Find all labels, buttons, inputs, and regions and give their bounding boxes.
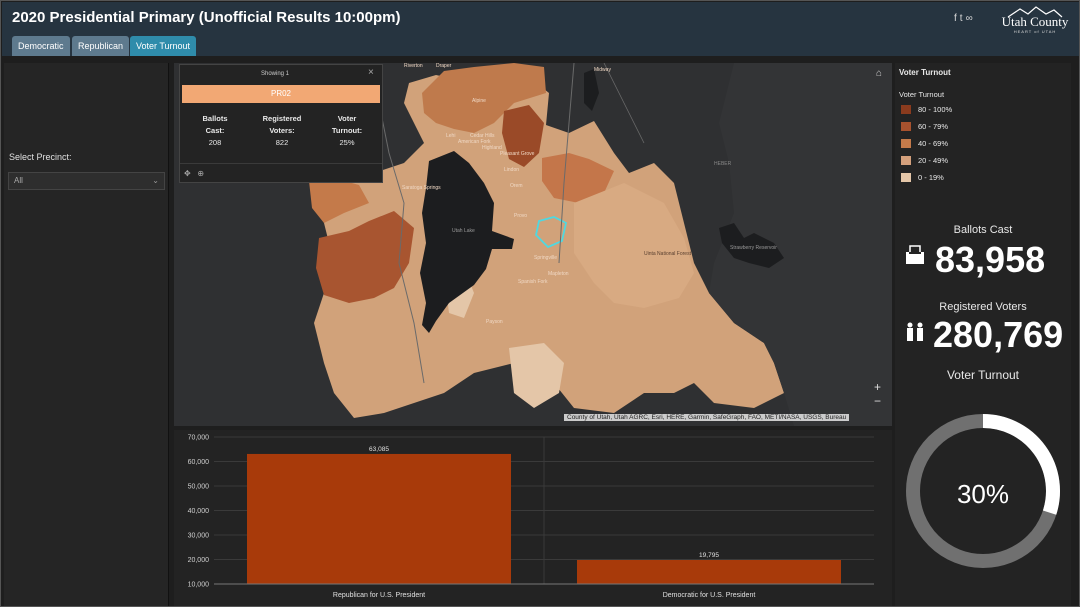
map-label: Spanish Fork — [518, 279, 548, 285]
bar — [577, 560, 841, 584]
bar-chart-svg: 70,000 60,000 50,000 40,000 30,000 20,000 10,0… — [188, 435, 874, 599]
logo-tagline: HEART of UTAH — [1013, 29, 1057, 34]
legend-swatch — [901, 139, 911, 148]
zoom-out-button[interactable]: − — [874, 394, 881, 408]
chevron-down-icon: ⌄ — [152, 176, 159, 185]
popup-precinct-id: PR02 — [182, 85, 380, 103]
map-label: Strawberry Reservoir — [730, 245, 777, 251]
y-tick-label: 40,000 — [188, 508, 210, 515]
registered-voters-value: 280,769 — [933, 314, 1064, 355]
zoom-to-icon[interactable]: ⊕ — [197, 169, 204, 178]
map-label: Pleasant Grove — [500, 151, 535, 157]
map-label: Riverton — [404, 63, 423, 69]
legend-swatch — [901, 105, 911, 114]
legend-swatch — [901, 156, 911, 165]
map-label: Springville — [534, 255, 558, 261]
header-bar: 2020 Presidential Primary (Unofficial Re… — [2, 2, 1079, 56]
social-links: ft∞ — [954, 13, 976, 24]
map-label: Mapleton — [548, 271, 569, 277]
map-label: Saratoga Springs — [402, 185, 441, 191]
page-title: 2020 Presidential Primary (Unofficial Re… — [12, 9, 401, 26]
popup-field-value: 822 — [275, 138, 289, 147]
utah-county-logo: Utah County HEART of UTAH — [998, 5, 1072, 35]
close-icon[interactable]: × — [368, 67, 374, 78]
map-label: Provo — [514, 213, 528, 219]
y-tick-label: 60,000 — [188, 459, 210, 466]
ballots-cast-label: Ballots Cast — [953, 224, 1013, 236]
map-attribution: County of Utah, Utah AGRC, Esri, HERE, G… — [564, 414, 850, 421]
y-tick-label: 30,000 — [188, 533, 210, 540]
precinct-select[interactable]: All ⌄ — [8, 172, 165, 190]
link-icon[interactable]: ∞ — [966, 13, 976, 24]
voter-turnout-label: Voter Turnout — [946, 368, 1020, 382]
legend-label: 20 - 49% — [918, 156, 949, 165]
tab-voter-turnout[interactable]: Voter Turnout — [130, 36, 197, 56]
tab-republican[interactable]: Republican — [72, 36, 130, 56]
tab-democratic[interactable]: Democratic — [12, 36, 70, 56]
legend-label: 60 - 79% — [918, 122, 949, 131]
map-label: Midway — [594, 67, 611, 73]
bar-value-label: 63,085 — [369, 446, 389, 453]
zoom-in-button[interactable]: + — [874, 380, 881, 394]
map-label: Orem — [510, 183, 523, 189]
dashboard: 2020 Presidential Primary (Unofficial Re… — [0, 0, 1080, 607]
map-label: Lehi — [446, 133, 456, 139]
logo-name: Utah County — [1001, 14, 1069, 29]
legend-subtitle: Voter Turnout — [899, 90, 945, 99]
right-panel: Voter Turnout Voter Turnout 80 - 100% 60… — [895, 63, 1071, 606]
map-label: Lindon — [504, 167, 520, 173]
map-label: HEBER — [714, 161, 732, 167]
voter-turnout-value: 30% — [956, 479, 1010, 509]
sidebar: Select Precinct: All ⌄ — [4, 63, 169, 606]
precinct-select-value: All — [14, 176, 23, 185]
results-bar-chart: 70,000 60,000 50,000 40,000 30,000 20,000 10,0… — [174, 430, 892, 606]
bar — [247, 453, 511, 584]
legend-label: 80 - 100% — [918, 105, 953, 114]
map-label: Highland — [482, 145, 502, 151]
move-icon[interactable]: ✥ — [184, 169, 191, 178]
popup-field: Ballots Cast: 208 — [185, 113, 245, 149]
popup-field: Voter Turnout: 25% — [317, 113, 377, 149]
popup-field-label: Registered Voters: — [262, 114, 302, 135]
legend-swatch — [901, 173, 911, 182]
legend-swatch — [901, 122, 911, 131]
popup-field-label: Ballots Cast: — [202, 114, 228, 135]
map-label: Alpine — [472, 98, 486, 104]
registered-voters-label: Registered Voters — [939, 301, 1027, 313]
ballot-box-icon — [904, 244, 926, 272]
map-label: Draper — [436, 63, 452, 69]
popup-field-value: 25% — [339, 138, 355, 147]
map-label: Uinta National Forest — [644, 251, 691, 257]
y-tick-label: 50,000 — [188, 484, 210, 491]
popup-toolbar: ✥ ⊕ — [180, 163, 382, 183]
map-label: Payson — [486, 319, 503, 325]
popup-field-label: Voter Turnout: — [331, 114, 363, 135]
map-label: Utah Lake — [452, 228, 475, 234]
y-tick-label: 10,000 — [188, 582, 210, 589]
people-icon — [904, 321, 926, 349]
popup-field-value: 208 — [208, 138, 222, 147]
legend-label: 40 - 69% — [918, 139, 949, 148]
popup-field: Registered Voters: 822 — [252, 113, 312, 149]
legend-label: 0 - 19% — [918, 173, 944, 182]
ballots-cast-value: 83,958 — [935, 239, 1046, 280]
precinct-select-label: Select Precinct: — [9, 152, 72, 162]
y-tick-label: 20,000 — [188, 557, 210, 564]
y-tick-label: 70,000 — [188, 435, 210, 442]
legend-title: Voter Turnout — [899, 68, 951, 77]
popup-count: Showing 1 — [260, 71, 290, 77]
home-icon[interactable]: ⌂ — [872, 68, 886, 82]
bar-value-label: 19,795 — [699, 552, 719, 559]
precinct-popup: Showing 1 × PR02 Ballots Cast: 208 Regis… — [179, 64, 383, 183]
x-category-label: Democratic for U.S. President — [663, 592, 756, 599]
x-category-label: Republican for U.S. President — [333, 592, 425, 599]
